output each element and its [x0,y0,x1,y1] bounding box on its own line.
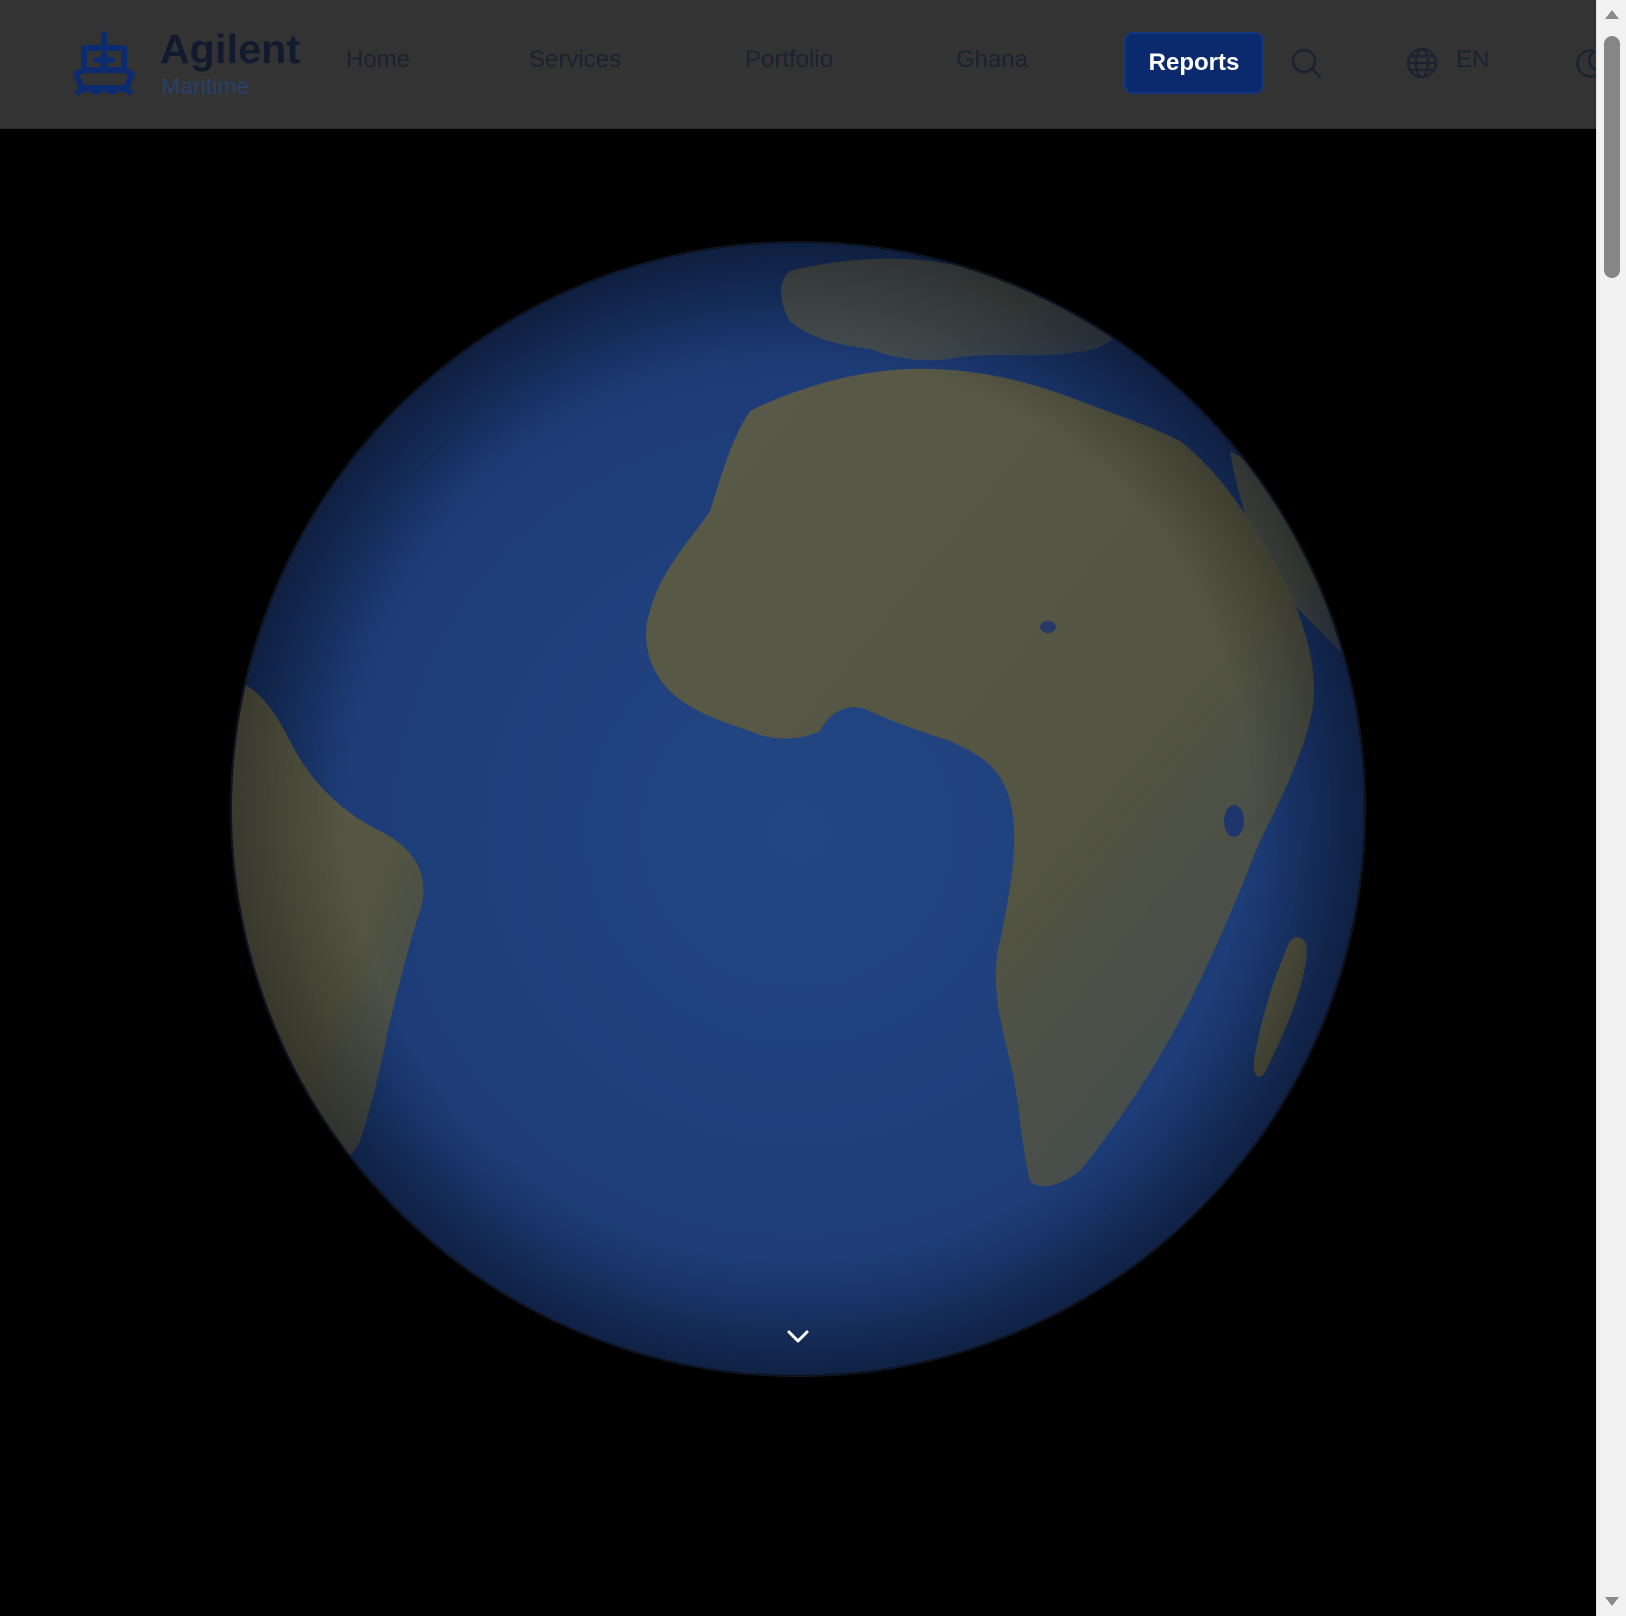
chevron-down-icon[interactable] [784,1326,812,1348]
site-header: Agilent Maritime Home Services Portfolio… [0,0,1596,129]
reports-button[interactable]: Reports [1124,32,1264,94]
nav-link-ghana[interactable]: Ghana [956,46,1028,74]
moon-icon[interactable] [1572,47,1596,79]
globe-shading [231,242,1365,1376]
ship-icon[interactable] [72,30,136,96]
scroll-down-arrow[interactable] [1605,1597,1619,1606]
search-icon[interactable] [1290,47,1322,79]
earth-globe[interactable] [230,241,1366,1377]
nav-link-portfolio[interactable]: Portfolio [745,46,833,74]
globe-icon[interactable] [1406,47,1438,79]
scroll-thumb[interactable] [1604,36,1620,278]
scroll-up-arrow[interactable] [1605,10,1619,19]
nav-link-services[interactable]: Services [529,46,621,74]
nav-link-home[interactable]: Home [346,46,410,74]
page-scrollbar[interactable] [1596,0,1626,1616]
brand-title[interactable]: Agilent [160,26,300,73]
language-label[interactable]: EN [1456,46,1489,74]
brand-subtitle: Maritime [161,73,250,99]
browser-viewport: Agilent Maritime Home Services Portfolio… [0,0,1596,1616]
